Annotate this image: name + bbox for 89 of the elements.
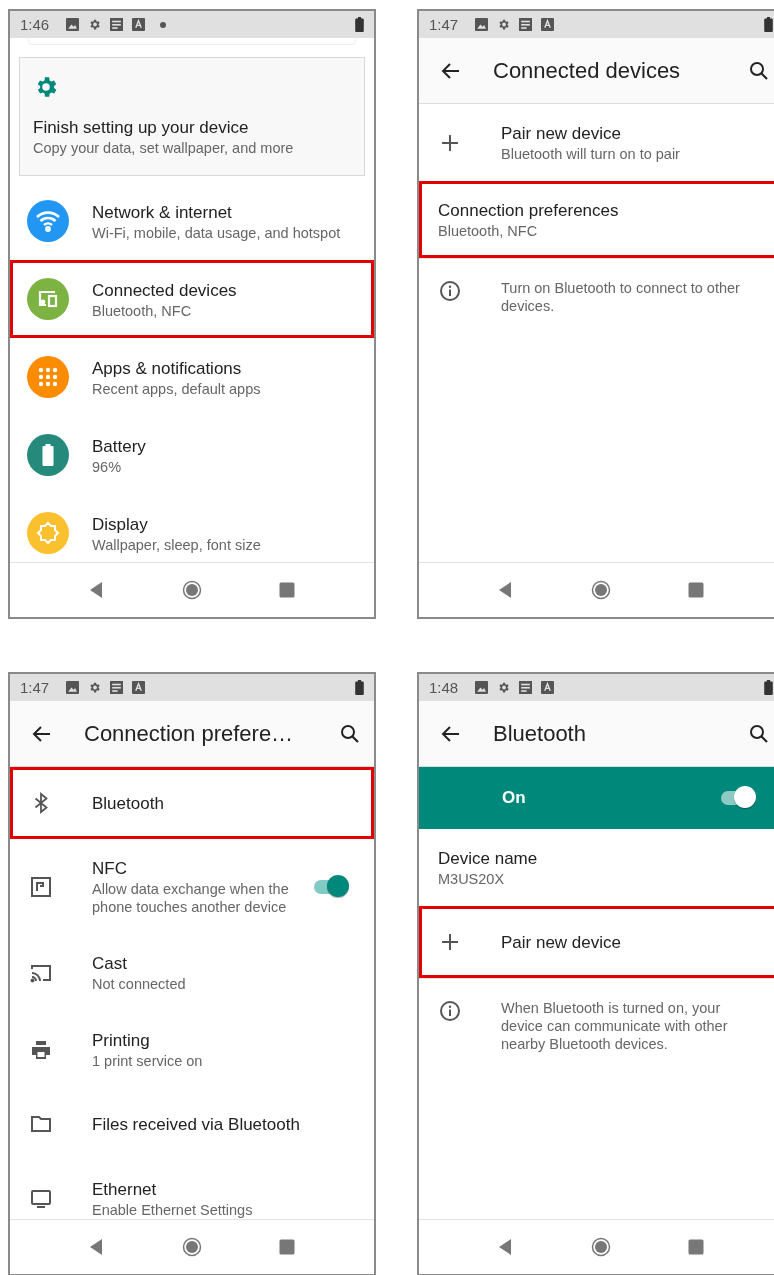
info-text: Turn on Bluetooth to connect to other devices. — [501, 279, 741, 315]
info-icon — [438, 999, 462, 1023]
settings-item[interactable]: Pair new device Bluetooth will turn on to pair — [419, 104, 774, 181]
item-title: Connected devices — [92, 279, 238, 302]
item-subtitle: Recent apps, default apps — [92, 379, 262, 398]
settings-item[interactable]: Device name M3US20X — [419, 829, 774, 906]
item-title: Apps & notifications — [92, 357, 243, 380]
item-subtitle: Bluetooth, NFC — [438, 222, 539, 240]
image-icon — [66, 18, 80, 31]
settings-item[interactable]: Connection preferences Bluetooth, NFC — [419, 181, 774, 258]
image-icon — [66, 681, 80, 694]
info-icon — [438, 279, 462, 303]
battery-icon — [355, 680, 364, 695]
settings-icon — [88, 18, 102, 31]
item-title: Device name — [438, 848, 539, 870]
settings-item[interactable]: Display Wallpaper, sleep, font size — [10, 494, 374, 572]
item-title: Connection preferences — [438, 200, 620, 222]
keyboard-icon — [132, 681, 146, 694]
item-subtitle: 96% — [92, 457, 123, 476]
card-subtitle: Copy your data, set wallpaper, and more — [33, 139, 295, 157]
item-subtitle: Bluetooth, NFC — [92, 301, 193, 320]
settings-item[interactable]: Ethernet Enable Ethernet Settings — [10, 1160, 374, 1237]
toggle-switch[interactable] — [719, 786, 757, 810]
item-title: Network & internet — [92, 201, 233, 224]
home-icon[interactable] — [591, 580, 611, 600]
page-title: Connected devices — [493, 57, 681, 84]
settings-item[interactable]: Pair new device — [419, 906, 774, 978]
setup-card[interactable]: Finish setting up your device Copy your data, set wallpaper, and more — [19, 57, 365, 176]
home-icon[interactable] — [182, 580, 202, 600]
item-subtitle: Allow data exchange when the phone touches another device — [92, 880, 290, 916]
keyboard-icon — [541, 18, 555, 31]
battery-icon — [764, 17, 773, 32]
list-icon — [519, 18, 533, 31]
card-title: Finish setting up your device — [33, 117, 250, 139]
toggle-switch[interactable] — [312, 874, 350, 899]
info-text: When Bluetooth is turned on, your device can communicate with other nearby Bluetooth devices. — [501, 999, 729, 1053]
keyboard-icon — [132, 18, 146, 31]
settings-item[interactable]: Cast Not connected — [10, 934, 374, 1011]
recents-icon[interactable] — [277, 580, 297, 600]
item-title: Pair new device — [501, 931, 622, 954]
recents-icon[interactable] — [686, 580, 706, 600]
recents-icon[interactable] — [686, 1237, 706, 1257]
list-icon — [110, 18, 124, 31]
status-time: 1:47 — [20, 679, 50, 696]
item-subtitle: Enable Ethernet Settings — [92, 1201, 254, 1219]
item-title: Battery — [92, 435, 147, 458]
item-title: Ethernet — [92, 1179, 158, 1201]
page-title: Connection prefere… — [84, 720, 294, 747]
recents-icon[interactable] — [277, 1237, 297, 1257]
list-icon — [519, 681, 533, 694]
settings-item[interactable]: Bluetooth — [10, 767, 374, 839]
nfc-icon — [29, 874, 53, 899]
battery-icon — [764, 680, 773, 695]
settings-item[interactable]: Network & internet Wi-Fi, mobile, data usage, and hotspot — [10, 182, 374, 260]
status-time: 1:46 — [20, 16, 50, 33]
settings-item[interactable]: Battery 96% — [10, 416, 374, 494]
item-title: Files received via Bluetooth — [92, 1113, 301, 1136]
item-subtitle: Bluetooth will turn on to pair — [501, 145, 681, 163]
settings-item[interactable]: Apps & notifications Recent apps, default apps — [10, 338, 374, 416]
item-title: Display — [92, 513, 149, 536]
battery-icon — [355, 17, 364, 32]
switch-label: On — [502, 788, 526, 808]
settings-icon — [497, 18, 511, 31]
settings-item[interactable]: Printing 1 print service on — [10, 1011, 374, 1088]
item-subtitle: Not connected — [92, 975, 187, 993]
settings-icon — [88, 681, 102, 694]
settings-item[interactable]: Files received via Bluetooth — [10, 1088, 374, 1160]
image-icon — [475, 18, 489, 31]
item-title: Cast — [92, 953, 128, 975]
item-subtitle: M3US20X — [438, 870, 506, 888]
page-title: Bluetooth — [493, 720, 586, 747]
status-time: 1:48 — [429, 679, 459, 696]
settings-item[interactable]: Connected devices Bluetooth, NFC — [10, 260, 374, 338]
item-subtitle: 1 print service on — [92, 1052, 204, 1070]
master-switch-bar[interactable]: On — [419, 767, 774, 829]
image-icon — [475, 681, 489, 694]
home-icon[interactable] — [591, 1237, 611, 1257]
item-title: NFC — [92, 858, 128, 880]
item-title: Pair new device — [501, 123, 622, 145]
settings-icon — [497, 681, 511, 694]
list-icon — [110, 681, 124, 694]
item-title: Bluetooth — [92, 792, 165, 815]
item-subtitle: Wallpaper, sleep, font size — [92, 535, 262, 554]
item-subtitle: Wi-Fi, mobile, data usage, and hotspot — [92, 223, 342, 242]
settings-item[interactable]: NFC Allow data exchange when the phone touches another device — [10, 839, 374, 934]
status-time: 1:47 — [429, 16, 459, 33]
home-icon[interactable] — [182, 1237, 202, 1257]
keyboard-icon — [541, 681, 555, 694]
item-title: Printing — [92, 1030, 151, 1052]
